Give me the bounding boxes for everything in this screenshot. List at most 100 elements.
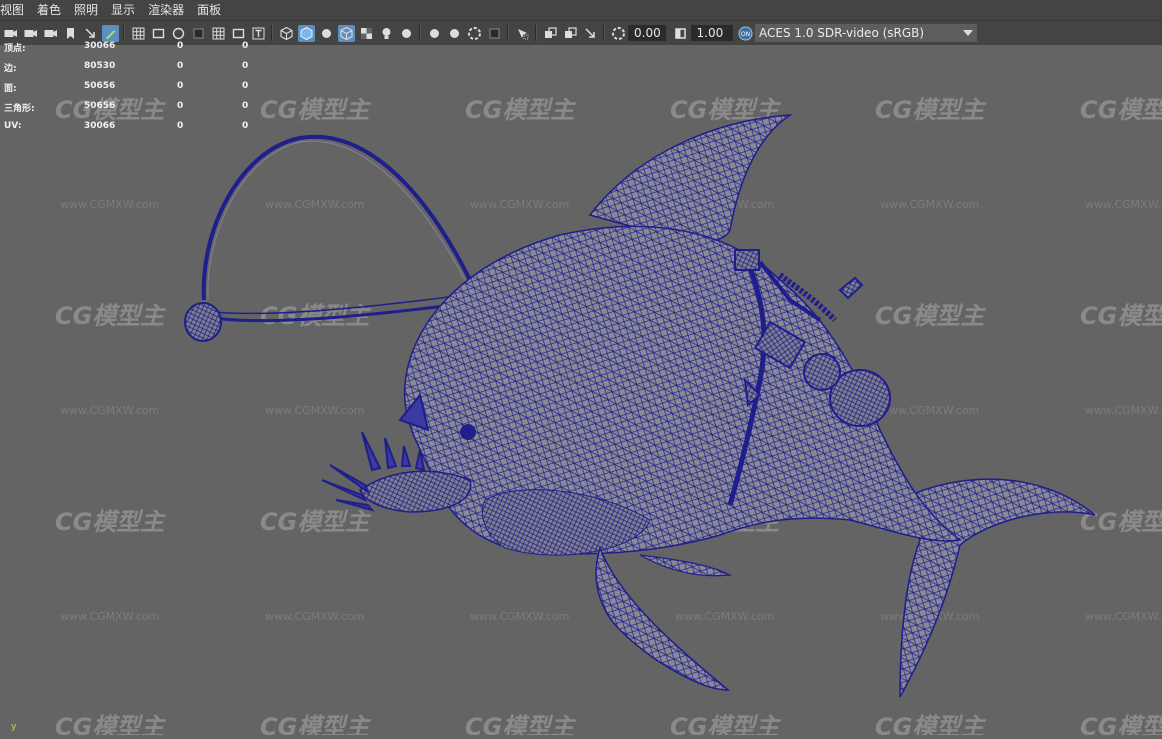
menu-panels[interactable]: 面板	[191, 0, 228, 20]
hud-label: 顶点:	[4, 44, 26, 54]
watermark-url: www.CGMXW.com	[265, 610, 364, 623]
toolbar-separator	[535, 25, 537, 41]
hud-value: 0	[177, 121, 184, 131]
watermark-logo: CG模型主	[55, 713, 166, 735]
hud-value: 30066	[84, 41, 116, 51]
camera-icon[interactable]	[2, 25, 19, 42]
watermark-logo: CG模型主	[465, 713, 576, 735]
watermark-url: www.CGMXW.com	[1085, 404, 1162, 417]
toolbar-separator	[507, 25, 509, 41]
watermark-logo: CG模型主	[875, 302, 986, 330]
safe-action-icon[interactable]	[230, 25, 247, 42]
fish-eye	[460, 424, 476, 440]
menu-shading[interactable]: 着色	[31, 0, 68, 20]
xray-joints-icon[interactable]	[562, 25, 579, 42]
watermark-logo: CG模型主	[260, 96, 371, 124]
hud-label: 边:	[4, 64, 17, 74]
gamma-icon[interactable]	[672, 25, 689, 42]
axis-indicator: y	[11, 722, 17, 732]
watermark-logo: CG模型主	[1080, 302, 1162, 330]
watermark-url: www.CGMXW.com	[470, 610, 569, 623]
menu-view[interactable]: 视图	[0, 0, 31, 20]
menu-renderer[interactable]: 渲染器	[142, 0, 191, 20]
default-lighting-icon[interactable]	[318, 25, 335, 42]
watermark-url: www.CGMXW.com	[880, 404, 979, 417]
hud-value: 0	[242, 81, 249, 91]
colorspace-dropdown[interactable]: ACES 1.0 SDR-video (sRGB)	[755, 24, 977, 42]
toolbar-separator	[271, 25, 273, 41]
grid-icon[interactable]	[130, 25, 147, 42]
lure-stalk-inner	[207, 140, 467, 301]
menu-lighting[interactable]: 照明	[68, 0, 105, 20]
depth-of-field-icon[interactable]	[486, 25, 503, 42]
watermark-logo: CG模型主	[1080, 96, 1162, 124]
toolbar-separator	[603, 25, 605, 41]
hud-label: 三角形:	[4, 104, 35, 114]
wireframe-on-shaded-icon[interactable]	[337, 24, 355, 42]
film-gate-icon[interactable]	[150, 25, 167, 42]
watermark-logo: CG模型主	[875, 96, 986, 124]
hud-value: 0	[242, 41, 249, 51]
textured-icon[interactable]	[358, 25, 375, 42]
watermark-logo: CG模型主	[670, 713, 781, 735]
viewport-canvas[interactable]: CG模型主 CG模型主 CG模型主 CG模型主 CG模型主 CG模型主 CG模型主 CG模型主…	[0, 44, 1162, 739]
hud-value: 0	[177, 81, 184, 91]
hud-label: 面:	[4, 84, 17, 94]
watermark-logo: CG模型主	[260, 713, 371, 735]
anti-alias-icon[interactable]	[466, 25, 483, 42]
hud-value: 0	[177, 41, 184, 51]
toolbar-separator	[123, 25, 125, 41]
use-all-lights-icon[interactable]	[378, 25, 395, 42]
hud-value: 0	[242, 101, 249, 111]
grease-pencil-icon[interactable]	[101, 24, 119, 42]
camera-lock-icon[interactable]	[42, 25, 59, 42]
exposure-icon[interactable]	[610, 25, 627, 42]
hud-label: UV:	[4, 121, 22, 131]
watermark-url: www.CGMXW.com	[60, 404, 159, 417]
3d-viewport[interactable]: CG模型主 CG模型主 CG模型主 CG模型主 CG模型主 CG模型主 CG模型主 CG模型主…	[0, 44, 1162, 739]
watermark-url: www.CGMXW.com	[1085, 198, 1162, 211]
watermark-url: www.CGMXW.com	[60, 610, 159, 623]
xray-icon[interactable]	[542, 25, 559, 42]
exposure-field[interactable]: 0.00	[628, 25, 666, 41]
watermark-url: www.CGMXW.com	[265, 198, 364, 211]
shadows-icon[interactable]	[398, 25, 415, 42]
menu-bar: 视图 着色 照明 显示 渲染器 面板	[0, 0, 1162, 20]
pan-zoom-icon[interactable]	[82, 25, 99, 42]
watermark-url: www.CGMXW.com	[880, 198, 979, 211]
field-chart-icon[interactable]	[210, 25, 227, 42]
viewport-toolbar: 0.00 1.00 ON ACES 1.0 SDR-video (sRGB)	[0, 20, 1162, 45]
wireframe-icon[interactable]	[278, 25, 295, 42]
dorsal-fin	[588, 114, 793, 242]
gate-mask-icon[interactable]	[190, 25, 207, 42]
ventral-fin	[639, 554, 733, 577]
colorspace-value: ACES 1.0 SDR-video (sRGB)	[759, 26, 925, 40]
lure-bulb	[184, 302, 222, 342]
hud-value: 0	[177, 101, 184, 111]
watermark-url: www.CGMXW.com	[265, 404, 364, 417]
smooth-shade-icon[interactable]	[297, 24, 315, 42]
ambient-occlusion-icon[interactable]	[426, 25, 443, 42]
watermark-logo: CG模型主	[260, 508, 371, 536]
safe-title-icon[interactable]	[250, 25, 267, 42]
hud-value: 0	[242, 121, 249, 131]
color-management-icon[interactable]: ON	[737, 25, 754, 42]
lure-stalk	[201, 134, 472, 301]
menu-show[interactable]: 显示	[105, 0, 142, 20]
motion-blur-icon[interactable]	[446, 25, 463, 42]
hud-value: 0	[177, 61, 184, 71]
bookmark-icon[interactable]	[62, 25, 79, 42]
chevron-down-icon	[963, 30, 973, 36]
isolate-select-icon[interactable]	[514, 25, 531, 42]
watermark-url: www.CGMXW.com	[60, 198, 159, 211]
backface-icon[interactable]	[582, 25, 599, 42]
hud-value: 50656	[84, 101, 116, 111]
camera-select-icon[interactable]	[22, 25, 39, 42]
hud-value: 30066	[84, 121, 116, 131]
resolution-gate-icon[interactable]	[170, 25, 187, 42]
hud-value: 0	[242, 61, 249, 71]
hud-value: 80530	[84, 61, 116, 71]
gamma-field[interactable]: 1.00	[690, 25, 733, 41]
watermark-logo: CG模型主	[55, 302, 166, 330]
watermark-url: www.CGMXW.com	[470, 198, 569, 211]
